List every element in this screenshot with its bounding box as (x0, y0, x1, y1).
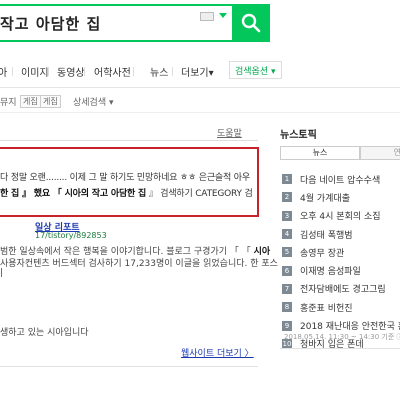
list-item[interactable]: 5 송영무 장관 (282, 243, 400, 261)
tab-more-label: 더보기 (181, 68, 209, 79)
autocomplete-toggle-icon[interactable] (219, 13, 227, 18)
tab-news-topic[interactable]: 뉴스 (280, 146, 360, 160)
news-topic-title: 뉴스토픽 (280, 130, 317, 141)
search-icon (241, 13, 261, 33)
tab-videos[interactable]: 동영상 (57, 64, 85, 79)
panel-divider (280, 348, 400, 349)
topic-label: 이재명 음성파일 (300, 267, 361, 278)
topic-label: 4월 가계대출 (300, 193, 350, 204)
blog-description-line: 생하고 있는 시아입니다 (0, 328, 89, 338)
rank-badge: 5 (282, 247, 292, 258)
topic-label: 전자담배에도 경고그림 (300, 285, 386, 296)
tab-entertainment[interactable]: 연 (360, 146, 400, 160)
rank-badge: 2 (282, 192, 292, 203)
tab-separator (12, 67, 13, 76)
snippet-highlight: 시아의 작고 아담한 집 (64, 189, 147, 199)
rank-badge: 9 (282, 320, 292, 331)
tab-separator (84, 67, 85, 76)
rank-badge: 8 (282, 302, 292, 313)
keyboard-icon[interactable] (200, 12, 214, 21)
topic-label: 오후 4시 본회의 소집 (300, 212, 381, 223)
filter-label: 뮤지 (0, 98, 17, 108)
list-item[interactable]: 6 이재명 음성파일 (282, 261, 400, 279)
rank-badge: 4 (282, 229, 292, 240)
list-item[interactable]: 1 다음 네이트 압수수색 (282, 170, 400, 188)
help-link[interactable]: 도움말 (217, 126, 242, 139)
news-topic-timestamp: 2018.05.14. 11:30 ~ 14:30 기준 ⓘ (284, 333, 400, 341)
website-more-link[interactable]: 웹사이트 더보기 〉 (181, 346, 254, 359)
snippet-suffix: 』 검색하기 CATEGORY 검 (146, 189, 253, 199)
tabs-divider (0, 87, 400, 88)
rank-badge: 3 (282, 210, 292, 221)
blog-description-line: | (0, 268, 4, 278)
tab-separator (172, 67, 173, 76)
tab-dictionary[interactable]: 어학사전 (94, 64, 131, 79)
topic-label: 송영무 장관 (300, 248, 345, 259)
news-topic-panel: 뉴스토픽 뉴스 연 1 다음 네이트 압수수색 2 4월 가계대출 3 오후 4시 본… (280, 126, 400, 350)
search-button[interactable] (232, 4, 270, 42)
rank-badge: 1 (282, 174, 292, 185)
news-topic-tabs: 뉴스 연 (280, 146, 400, 160)
list-item[interactable]: 2 4월 가계대출 (282, 188, 400, 206)
tab-more[interactable]: 더보기▾ (181, 64, 214, 79)
result-divider (0, 140, 258, 141)
filter-chip[interactable]: 게집 (20, 95, 41, 108)
snippet-prefix: 한 집 』 했요 「 (0, 189, 65, 199)
blog-description-line: 사용자컨텐츠 버드섹터 검사하기 17,233명이 이글을 읽었습니다. 한 포… (0, 259, 278, 269)
tab-all[interactable]: 아 (0, 64, 7, 79)
search-input[interactable]: 작고 아담한 집 (0, 4, 232, 42)
result-snippet-line: 한 집 』 했요 「 시아의 작고 아담한 집 』 검색하기 CATEGORY … (0, 186, 253, 199)
topic-label: 2018 재난대응 안전한국 훈련 (300, 322, 400, 333)
result-snippet-line: 다 정말 오랜........ 이제 그 말 하기도 민망하네요 ㅎㅎ 은근슬적… (0, 173, 250, 183)
tab-news[interactable]: 뉴스 (150, 64, 168, 79)
list-item[interactable]: 8 홍준표 비헌진 (282, 298, 400, 316)
section-divider (0, 366, 258, 367)
tab-separator (133, 67, 134, 76)
news-topic-list: 1 다음 네이트 압수수색 2 4월 가계대출 3 오후 4시 본회의 소집 4 김성태… (282, 170, 400, 353)
topic-label: 홍준표 비헌진 (300, 303, 353, 314)
list-item[interactable]: 3 오후 4시 본회의 소집 (282, 207, 400, 225)
rank-badge: 7 (282, 283, 292, 294)
detail-search-button[interactable]: 상세검색 ▾ (73, 95, 114, 108)
filter-divider (0, 112, 400, 113)
topic-label: 다음 네이트 압수수색 (300, 175, 381, 186)
tab-separator (48, 67, 49, 76)
search-query-text: 작고 아담한 집 (0, 14, 102, 33)
tab-images[interactable]: 이미지 (21, 64, 49, 79)
topic-label: 김성태 폭행범 (300, 230, 353, 241)
search-options-button[interactable]: 검색옵션 ▾ (229, 61, 282, 79)
chevron-down-icon: ▾ (208, 68, 214, 79)
list-item[interactable]: 4 김성태 폭행범 (282, 225, 400, 243)
blog-url[interactable]: 17/tistory/892853 (35, 231, 107, 240)
filter-chip[interactable]: 게집 (40, 95, 61, 108)
rank-badge: 6 (282, 265, 292, 276)
list-item[interactable]: 7 전자담배에도 경고그림 (282, 280, 400, 298)
